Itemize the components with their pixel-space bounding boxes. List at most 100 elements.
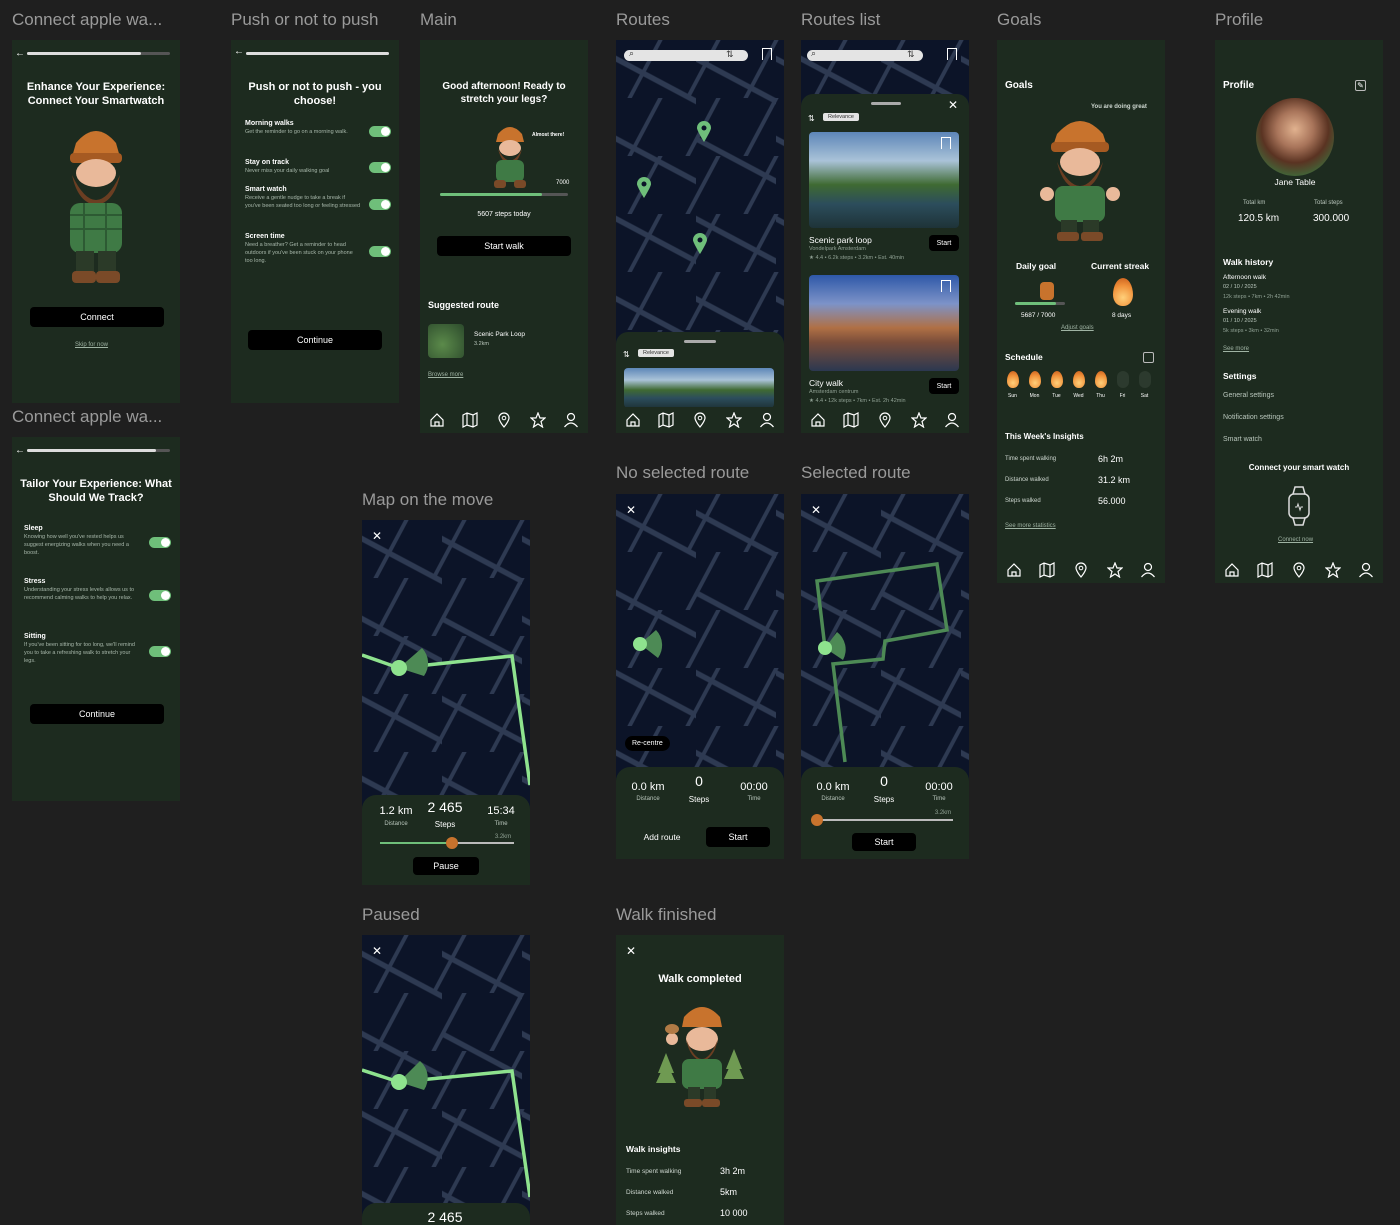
insight-key: Steps walked <box>1005 498 1041 504</box>
map-icon[interactable] <box>658 412 674 428</box>
toggle-morning-walks[interactable] <box>369 126 391 137</box>
location-pin-icon[interactable] <box>1291 562 1307 578</box>
walk-name[interactable]: Evening walk <box>1223 308 1261 315</box>
home-icon[interactable] <box>1006 562 1022 578</box>
map-icon[interactable] <box>462 412 478 428</box>
route-card-image[interactable] <box>809 275 959 371</box>
toggle-stay-on-track[interactable] <box>369 162 391 173</box>
tracking-panel: 0.0 km Distance 0 Steps 00:00 Time Add r… <box>616 767 784 859</box>
settings-item[interactable]: General settings <box>1223 392 1274 399</box>
home-icon[interactable] <box>810 412 826 428</box>
bookmark-icon[interactable] <box>941 137 951 149</box>
start-button[interactable]: Start <box>706 827 770 847</box>
connect-now-link[interactable]: Connect now <box>1278 537 1313 543</box>
sheet-handle[interactable] <box>684 340 716 343</box>
sheet-handle[interactable] <box>871 102 901 105</box>
location-pin-icon[interactable] <box>692 412 708 428</box>
day-label: Mon <box>1029 393 1040 399</box>
recentre-button[interactable]: Re-centre <box>625 736 670 751</box>
location-pin-icon[interactable] <box>877 412 893 428</box>
start-button[interactable]: Start <box>852 833 916 851</box>
walk-history-heading: Walk history <box>1223 257 1274 267</box>
avatar[interactable] <box>1256 98 1334 176</box>
progress-fill <box>1015 302 1056 305</box>
close-icon[interactable]: ✕ <box>945 97 961 113</box>
sort-dropdown[interactable]: Relevance <box>823 113 859 121</box>
settings-item[interactable]: Notification settings <box>1223 414 1284 421</box>
toggle-sleep[interactable] <box>149 537 171 548</box>
close-icon[interactable]: ✕ <box>623 943 639 959</box>
map-icon[interactable] <box>1257 562 1273 578</box>
profile-icon[interactable] <box>944 412 960 428</box>
adjust-goals-link[interactable]: Adjust goals <box>1061 325 1094 331</box>
bookmark-icon[interactable] <box>941 280 951 292</box>
route-pin-icon[interactable] <box>692 232 708 254</box>
sort-dropdown[interactable]: Relevance <box>638 349 674 357</box>
search-input[interactable] <box>807 50 923 61</box>
route-name[interactable]: Scenic Park Loop <box>474 331 525 338</box>
route-pin-icon[interactable] <box>636 176 652 198</box>
route-card-image[interactable] <box>624 368 774 408</box>
route-card-image[interactable] <box>809 132 959 228</box>
profile-icon[interactable] <box>759 412 775 428</box>
continue-button[interactable]: Continue <box>30 704 164 724</box>
edit-icon[interactable]: ✎ <box>1355 80 1366 91</box>
browse-more-link[interactable]: Browse more <box>428 372 463 378</box>
home-icon[interactable] <box>625 412 641 428</box>
add-route-button[interactable]: Add route <box>628 832 696 842</box>
location-pin-icon[interactable] <box>496 412 512 428</box>
toggle-screen-time[interactable] <box>369 246 391 257</box>
filter-icon[interactable]: ⇅ <box>808 114 815 123</box>
skip-link[interactable]: Skip for now <box>75 342 108 348</box>
back-arrow-icon[interactable]: ← <box>15 48 25 59</box>
option-title: Stay on track <box>245 159 289 166</box>
toggle-sitting[interactable] <box>149 646 171 657</box>
home-icon[interactable] <box>1224 562 1240 578</box>
map-icon[interactable] <box>843 412 859 428</box>
start-button[interactable]: Start <box>929 235 959 251</box>
toggle-smart-watch[interactable] <box>369 199 391 210</box>
start-button[interactable]: Start <box>929 378 959 394</box>
search-icon: ⌕ <box>629 48 635 58</box>
location-pin-icon[interactable] <box>1073 562 1089 578</box>
toggle-stress[interactable] <box>149 590 171 601</box>
home-icon[interactable] <box>429 412 445 428</box>
star-icon[interactable] <box>1323 561 1342 579</box>
bookmark-icon[interactable] <box>762 48 772 60</box>
filter-icon[interactable]: ⇅ <box>726 49 734 60</box>
connect-button[interactable]: Connect <box>30 307 164 327</box>
profile-icon[interactable] <box>1140 562 1156 578</box>
see-more-link[interactable]: See more <box>1223 346 1249 352</box>
filter-icon[interactable]: ⇅ <box>623 350 630 359</box>
route-meta: ★ 4.4 • 6.2k steps • 3.2km • Est. 40min <box>809 255 905 261</box>
star-icon[interactable] <box>724 411 743 429</box>
map-icon[interactable] <box>1039 562 1055 578</box>
pause-button[interactable]: Pause <box>413 857 479 875</box>
route-pin-icon[interactable] <box>696 120 712 142</box>
calendar-icon[interactable] <box>1143 352 1154 363</box>
route-name[interactable]: City walk <box>809 378 843 388</box>
route-thumbnail[interactable] <box>428 324 464 358</box>
star-icon[interactable] <box>909 411 928 429</box>
star-icon[interactable] <box>528 411 547 429</box>
walk-name[interactable]: Afternoon walk <box>1223 274 1266 281</box>
star-icon[interactable] <box>1105 561 1124 579</box>
option-desc: Get the reminder to go on a morning walk… <box>245 129 348 135</box>
see-more-statistics-link[interactable]: See more statistics <box>1005 523 1056 529</box>
filter-icon[interactable]: ⇅ <box>907 49 915 60</box>
steps-label: Steps <box>688 795 710 804</box>
bookmark-icon[interactable] <box>947 48 957 60</box>
route-name[interactable]: Scenic park loop <box>809 235 872 245</box>
profile-icon[interactable] <box>563 412 579 428</box>
settings-item[interactable]: Smart watch <box>1223 436 1262 443</box>
start-walk-button[interactable]: Start walk <box>437 236 571 256</box>
page-title: Walk completed <box>658 973 742 985</box>
close-icon[interactable]: ✕ <box>623 502 639 518</box>
time-label: Time <box>747 796 761 802</box>
profile-icon[interactable] <box>1358 562 1374 578</box>
back-arrow-icon[interactable]: ← <box>234 46 244 57</box>
insights-heading: This Week's Insights <box>1005 432 1084 441</box>
continue-button[interactable]: Continue <box>248 330 382 350</box>
bottom-sheet-expanded[interactable]: ✕ ⇅ Relevance Scenic park loop Vondelpar… <box>801 94 969 433</box>
back-arrow-icon[interactable]: ← <box>15 445 25 456</box>
